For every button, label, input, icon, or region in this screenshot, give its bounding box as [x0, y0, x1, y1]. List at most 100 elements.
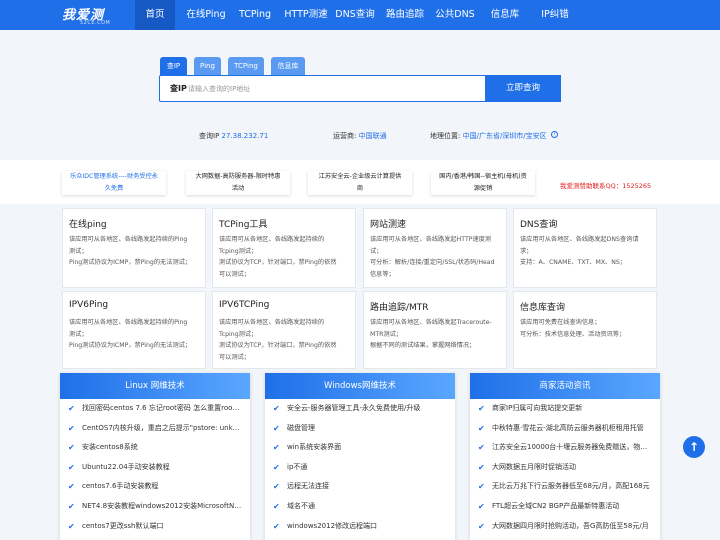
nav-info-db[interactable]: 信息库: [488, 0, 522, 30]
list-item[interactable]: ✔ 江苏安全云10000台十堰云服务器免费赠送，物理机: [470, 438, 660, 458]
ad-line: 商: [356, 185, 364, 192]
ad-line: 乐众IDC管理系统----财务受控永: [70, 173, 158, 180]
tool-desc: 该应用可从各地区、各线路发起持续的Ping 测试； Ping测试协议为ICMP，禁P…: [69, 236, 191, 266]
tool-title: 在线ping: [69, 220, 107, 230]
tool-card-http-speed[interactable]: 网站测速 该应用可从各地区、各线路发起HTTP速度测 试； 可分析：解析/连接/重定…: [363, 208, 507, 288]
list-item[interactable]: ✔ 中秋特惠·雪花云-湖北高防云服务器机柜租用托管: [470, 419, 660, 439]
list-item[interactable]: ✔ 安装centos8系统: [60, 438, 250, 458]
list-item[interactable]: ✔ 安全云-服务器管理工具-永久免费使用/升级: [265, 399, 455, 419]
list-item[interactable]: ✔ 远程无法连接: [265, 477, 455, 497]
tool-desc: 该应用可从各地区、各线路发起Traceroute- MTR测试； 根据不同的测试结果…: [370, 319, 492, 349]
ad-line: 久免费: [104, 185, 124, 192]
tool-card-info-db[interactable]: 信息库查询 该应用可免费在线查询信息； 可分析：技术信息处理、活动资讯等；: [513, 291, 657, 369]
list-item[interactable]: ✔NET4.8安装教程windows2012安装MicrosoftNET Fra…: [60, 497, 250, 517]
panel-linux: Linux 网维技术 ✔ 找回密码centos 7.6 忘记root密码 怎么重置…: [60, 373, 250, 540]
panel-title: Linux 网维技术: [60, 373, 250, 399]
check-icon: ✔: [68, 482, 75, 492]
tool-card-traceroute[interactable]: 路由追踪/MTR 该应用可从各地区、各线路发起Traceroute- MTR测试；…: [363, 291, 507, 369]
logo-domain: 52CE.COM: [80, 20, 111, 26]
tool-card-tcping[interactable]: TCPing工具 该应用可从各地区、各线路发起持续的 Tcping测试； 测试协议为…: [212, 208, 356, 288]
tool-desc: 该应用可从各地区、各线路发起DNS查询请 求； 支持：A、CNAME、TXT、MX、…: [520, 236, 639, 266]
panel-promotions: 商家活动资讯 ✔ 商家IP归属可向我站提交更新 ✔ 中秋特惠·雪花云-湖北高防云服务…: [470, 373, 660, 540]
tab-ip[interactable]: 查IP: [160, 57, 187, 75]
help-icon[interactable]: ?: [550, 131, 558, 138]
ip-search-input[interactable]: [188, 81, 478, 96]
tool-desc: 该应用可从各地区、各线路发起持续的 Tcping测试； 测试协议为TCP，针对端口，…: [219, 319, 337, 361]
list-item[interactable]: ✔ 磁盘管理: [265, 419, 455, 439]
ad-banner[interactable]: 江苏安全云-企业级云计算提供 商: [308, 171, 412, 195]
site-logo[interactable]: 我爱测 52CE.COM: [62, 5, 122, 27]
list-item[interactable]: ✔ 大网数据四月限时抢购活动，吾G高防低至58元/月: [470, 517, 660, 537]
sponsor-link[interactable]: 我爱测赞助联系QQ：1525265: [560, 180, 651, 190]
list-item[interactable]: ✔ centos7.6手动安装教程: [60, 477, 250, 497]
check-icon: ✔: [273, 462, 280, 472]
nav-dns[interactable]: DNS查询: [335, 0, 375, 30]
tab-ping[interactable]: Ping: [194, 57, 221, 75]
list-item[interactable]: ✔ win系统安装界面: [265, 438, 455, 458]
tool-title: TCPing工具: [219, 220, 268, 230]
back-to-top-button[interactable]: ↑: [683, 436, 705, 458]
isp-label: 运营商:: [333, 132, 357, 140]
tool-title: IPV6TCPing: [219, 300, 270, 310]
location-label: 地理位置:: [430, 132, 461, 140]
ip-info-isp: 运营商: 中国联通: [333, 131, 387, 141]
tool-desc: 该应用可免费在线查询信息； 可分析：技术信息处理、活动资讯等；: [520, 319, 626, 338]
list-item[interactable]: ✔CentOS7内核升级，重启之后提示"pstore: unknown comp…: [60, 419, 250, 439]
isp-value: 中国联通: [358, 132, 387, 140]
list-item[interactable]: ✔ ip不通: [265, 458, 455, 478]
nav-tcping[interactable]: TCPing: [236, 0, 274, 30]
tool-desc: 该应用可从各地区、各线路发起HTTP速度测 试； 可分析：解析/连接/重定向/SSL…: [370, 236, 495, 278]
ad-banner[interactable]: 大网数据-高防服务器-限时特惠 活动: [186, 171, 290, 195]
ad-line: 源促销: [473, 185, 493, 192]
ad-line: 大网数据-高防服务器-限时特惠: [195, 173, 281, 180]
nav-public-dns[interactable]: 公共DNS: [435, 0, 475, 30]
tool-card-dns[interactable]: DNS查询 该应用可从各地区、各线路发起DNS查询请 求； 支持：A、CNAME、T…: [513, 208, 657, 288]
ip-info-location: 地理位置: 中国/广东省/深圳市/宝安区 ?: [430, 131, 558, 141]
check-icon: ✔: [273, 404, 280, 413]
check-icon: ✔: [273, 521, 280, 531]
tool-card-ipv6-tcping[interactable]: IPV6TCPing 该应用可从各地区、各线路发起持续的 Tcping测试； 测试协…: [212, 291, 356, 369]
tab-tcping[interactable]: TCPing: [228, 57, 264, 75]
tool-desc: 该应用可从各地区、各线路发起持续的Ping 测试； Ping测试协议为ICMP，禁P…: [69, 319, 191, 349]
check-icon: ✔: [478, 423, 485, 433]
list-item[interactable]: ✔ 大网数据五月限时促销活动: [470, 458, 660, 478]
tab-info-db[interactable]: 信息库: [271, 57, 305, 75]
nav-ip-correction[interactable]: IP纠错: [537, 0, 573, 30]
nav-home[interactable]: 首页: [135, 0, 175, 30]
ad-banner[interactable]: 乐众IDC管理系统----财务受控永 久免费: [62, 171, 166, 195]
ad-line: 国内/香港/韩国--宿主机(母机)资: [439, 173, 527, 180]
tool-title: 网站测速: [370, 220, 407, 230]
list-item[interactable]: ✔ 找回密码centos 7.6 忘记root密码 怎么重置root密码: [60, 399, 250, 419]
nav-ping[interactable]: 在线Ping: [183, 0, 229, 30]
list-item[interactable]: ✔ 商家IP归属可向我站提交更新: [470, 399, 660, 419]
check-icon: ✔: [273, 482, 280, 492]
check-icon: ✔: [478, 404, 485, 413]
list-item[interactable]: ✔ 无比云万兆下行云服务器低至68元/月，高配168元: [470, 477, 660, 497]
location-value: 中国/广东省/深圳市/宝安区: [462, 132, 547, 140]
tool-title: 信息库查询: [520, 303, 566, 313]
check-icon: ✔: [68, 501, 75, 511]
check-icon: ✔: [478, 443, 485, 453]
list-item[interactable]: ✔ windows2012修改远程端口: [265, 517, 455, 537]
ad-banner[interactable]: 国内/香港/韩国--宿主机(母机)资 源促销: [431, 171, 535, 195]
check-icon: ✔: [273, 443, 280, 453]
check-icon: ✔: [273, 501, 280, 511]
nav-traceroute[interactable]: 路由追踪: [385, 0, 425, 30]
list-item[interactable]: ✔ centos7更改ssh默认端口: [60, 517, 250, 537]
check-icon: ✔: [68, 521, 75, 531]
panel-windows: Windows网维技术 ✔ 安全云-服务器管理工具-永久免费使用/升级 ✔ 磁盘管理…: [265, 373, 455, 540]
tool-desc: 该应用可从各地区、各线路发起持续的 Tcping测试； 测试协议为TCP，针对端口，…: [219, 236, 337, 278]
check-icon: ✔: [68, 423, 75, 433]
tool-card-ping[interactable]: 在线ping 该应用可从各地区、各线路发起持续的Ping 测试； Ping测试协议为…: [62, 208, 206, 288]
check-icon: ✔: [68, 462, 75, 472]
nav-http-speed[interactable]: HTTP测速: [284, 0, 328, 30]
check-icon: ✔: [478, 462, 485, 472]
list-item[interactable]: ✔ Ubuntu22.04手动安装教程: [60, 458, 250, 478]
ad-line: 活动: [231, 185, 245, 192]
tool-card-ipv6-ping[interactable]: IPV6Ping 该应用可从各地区、各线路发起持续的Ping 测试； Ping测试协…: [62, 291, 206, 369]
list-item[interactable]: ✔ FTL超云全域CN2 BGP产品最新特惠活动: [470, 497, 660, 517]
query-button[interactable]: 立即查询: [485, 75, 561, 102]
panel-title: 商家活动资讯: [470, 373, 660, 399]
check-icon: ✔: [68, 443, 75, 453]
list-item[interactable]: ✔ 域名不通: [265, 497, 455, 517]
